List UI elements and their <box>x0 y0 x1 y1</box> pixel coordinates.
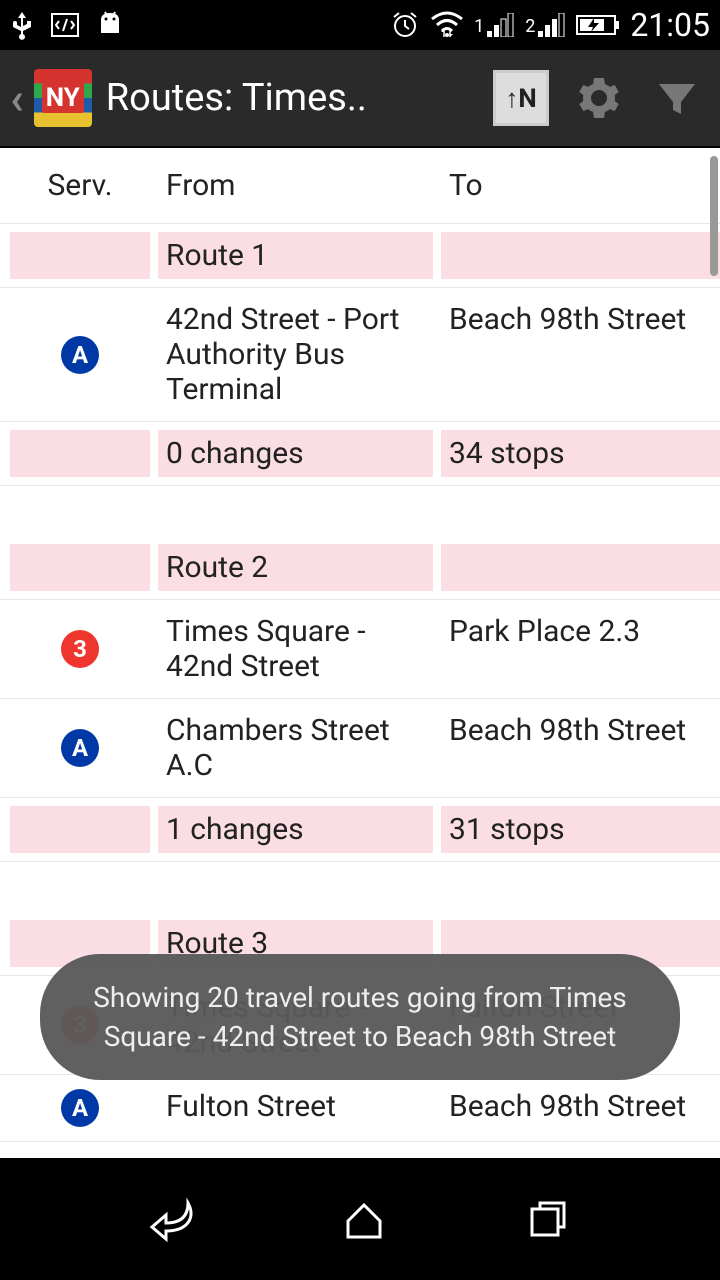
home-nav-button[interactable] <box>340 1195 388 1243</box>
signal-2-icon: 2 <box>525 13 566 37</box>
from-cell: Chambers Street A.C <box>158 707 433 789</box>
wifi-icon <box>430 11 464 39</box>
home-icon <box>340 1195 388 1243</box>
line-badge-a: A <box>61 336 99 374</box>
scrollbar[interactable] <box>710 156 718 276</box>
back-button[interactable]: ‹ <box>8 72 26 124</box>
dev-icon <box>50 10 80 40</box>
line-badge-a: A <box>61 729 99 767</box>
from-cell: 42nd Street - Port Authority Bus Termina… <box>158 296 433 413</box>
app-bar: ‹ NY Routes: Times.. ↑N <box>0 50 720 148</box>
clock-text: 21:05 <box>630 6 710 44</box>
route-label: Route 1 <box>158 232 433 279</box>
header-from: From <box>158 162 433 209</box>
route-leg[interactable]: A Chambers Street A.C Beach 98th Street <box>0 699 720 798</box>
table-header: Serv. From To <box>0 148 720 224</box>
gear-icon <box>575 74 623 122</box>
route-leg[interactable]: A Fulton Street Beach 98th Street <box>0 1075 720 1142</box>
from-cell: Fulton Street <box>158 1083 433 1133</box>
recent-apps-icon <box>524 1195 572 1243</box>
route-leg[interactable]: 3 Times Square - 42nd Street Park Place … <box>0 600 720 699</box>
recent-nav-button[interactable] <box>524 1195 572 1243</box>
route-leg[interactable]: A 42nd Street - Port Authority Bus Termi… <box>0 288 720 422</box>
android-icon <box>96 10 124 40</box>
from-cell: Times Square - 42nd Street <box>158 608 433 690</box>
stops-cell: 34 stops <box>441 430 720 477</box>
line-badge-3: 3 <box>61 630 99 668</box>
back-arrow-icon <box>148 1191 204 1247</box>
header-serv: Serv. <box>10 162 150 209</box>
stops-cell: 31 stops <box>441 806 720 853</box>
battery-icon <box>576 13 620 37</box>
settings-button[interactable] <box>564 63 634 133</box>
filter-button[interactable] <box>642 63 712 133</box>
route-label: Route 2 <box>158 544 433 591</box>
to-cell: Beach 98th Street <box>441 296 720 413</box>
map-button[interactable]: ↑N <box>486 63 556 133</box>
changes-cell: 0 changes <box>158 430 433 477</box>
to-cell: Beach 98th Street <box>441 1083 720 1133</box>
route-header[interactable]: Route 1 <box>0 224 720 288</box>
route-header[interactable]: Route 2 <box>0 536 720 600</box>
toast-message: Showing 20 travel routes going from Time… <box>40 954 680 1080</box>
back-nav-button[interactable] <box>148 1191 204 1247</box>
alarm-icon <box>390 10 420 40</box>
app-icon[interactable]: NY <box>34 69 92 127</box>
header-to: To <box>441 162 720 209</box>
page-title: Routes: Times.. <box>100 76 478 120</box>
to-cell: Park Place 2.3 <box>441 608 720 690</box>
usb-icon <box>10 10 34 40</box>
signal-1-icon: 1 <box>474 13 515 37</box>
funnel-icon <box>653 74 701 122</box>
route-summary[interactable]: 1 changes 31 stops <box>0 798 720 862</box>
route-summary[interactable]: 0 changes 34 stops <box>0 422 720 486</box>
nav-bar <box>0 1158 720 1280</box>
line-badge-a: A <box>61 1089 99 1127</box>
changes-cell: 1 changes <box>158 806 433 853</box>
compass-icon: ↑N <box>493 70 549 126</box>
to-cell: Beach 98th Street <box>441 707 720 789</box>
status-bar: 1 2 21:05 <box>0 0 720 50</box>
